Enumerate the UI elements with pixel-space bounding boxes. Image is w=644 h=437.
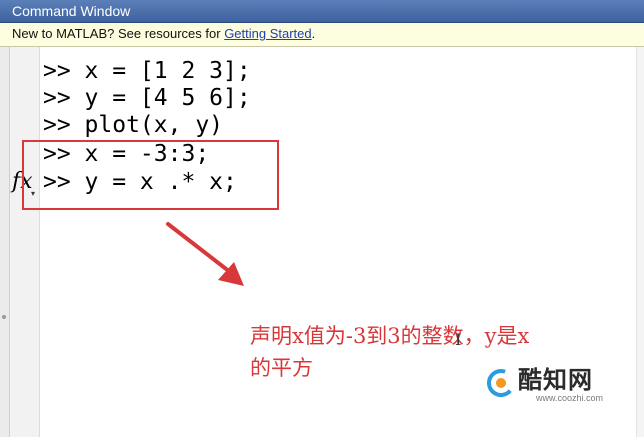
command-line-2[interactable]: >> y = [4 5 6]; — [43, 84, 251, 112]
annotation-arrow-icon — [166, 222, 244, 286]
right-panel-edge — [636, 47, 644, 437]
left-panel-edge[interactable] — [0, 47, 10, 437]
highlight-box — [22, 140, 279, 210]
info-suffix: . — [311, 26, 316, 41]
command-line-1[interactable]: >> x = [1 2 3]; — [43, 57, 251, 85]
watermark: 酷知网 www.coozhi.com — [486, 366, 636, 406]
watermark-url: www.coozhi.com — [536, 393, 604, 403]
annotation-line-1: 声明x值为-3到3的整数，y是x — [250, 324, 530, 348]
watermark-name: 酷知网 — [518, 366, 593, 394]
text-cursor-icon: I — [455, 330, 462, 349]
command-window: Command Window New to MATLAB? See resour… — [0, 0, 644, 437]
info-bar: New to MATLAB? See resources for Getting… — [0, 23, 644, 47]
coozhi-logo-icon — [487, 369, 515, 397]
window-title: Command Window — [12, 3, 131, 19]
info-text: New to MATLAB? See resources for — [12, 26, 225, 41]
command-line-3[interactable]: >> plot(x, y) — [43, 111, 223, 139]
command-gutter — [10, 47, 40, 437]
splitter-handle[interactable] — [2, 315, 6, 319]
title-bar[interactable]: Command Window — [0, 0, 644, 23]
getting-started-link[interactable]: Getting Started — [224, 26, 311, 41]
